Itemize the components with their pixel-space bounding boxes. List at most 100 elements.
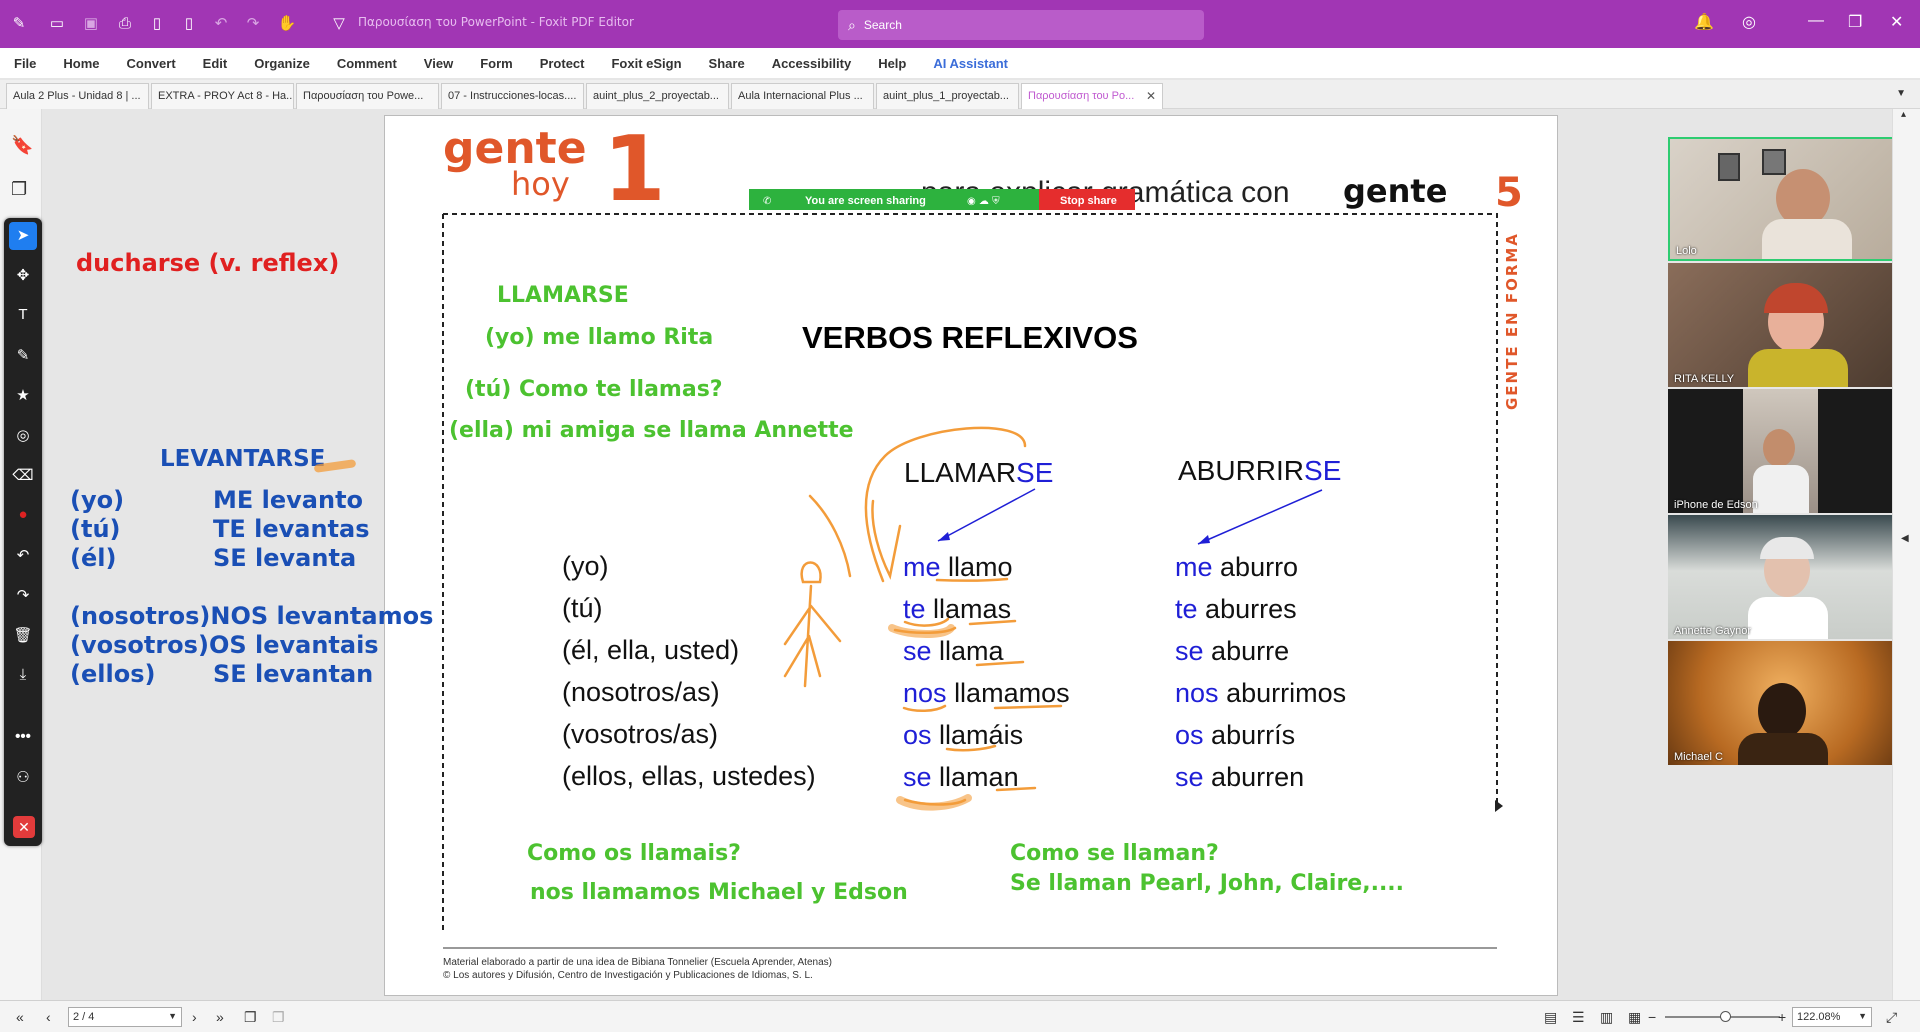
continuous-facing-icon[interactable]: ▦ — [1628, 1009, 1641, 1026]
notification-bell-icon[interactable]: 🔔 — [1694, 12, 1714, 32]
participant-icon[interactable]: ⚇ — [4, 768, 42, 786]
doc-tab[interactable]: Aula Internacional Plus ... — [731, 83, 874, 109]
close-annotation-icon[interactable]: ✕ — [13, 816, 35, 838]
create-icon[interactable]: ▯ — [178, 12, 200, 34]
close-window-icon[interactable]: ✕ — [1890, 12, 1903, 32]
trash-icon[interactable]: 🗑 — [4, 626, 42, 644]
redo-icon[interactable]: ↷ — [242, 12, 264, 34]
share-options-icon[interactable]: ◉ ☁ ⛨ — [967, 196, 1000, 207]
expand-panel-icon[interactable]: ◀ — [1901, 533, 1909, 544]
fit-page-icon[interactable]: ⤢ — [1886, 1009, 1897, 1026]
prev-page-icon[interactable]: ‹ — [46, 1009, 51, 1025]
zoom-slider[interactable] — [1665, 1011, 1780, 1022]
note-os-question: Como os llamais? — [527, 841, 741, 866]
save-icon[interactable]: ▣ — [80, 12, 102, 34]
picture-frame — [1762, 149, 1786, 175]
menu-accessibility[interactable]: Accessibility — [772, 56, 852, 71]
doc-tab[interactable]: EXTRA - PROY Act 8 - Ha... — [151, 83, 294, 109]
video-tile[interactable]: iPhone de Edson — [1668, 389, 1898, 513]
video-tile[interactable]: RITA KELLY — [1668, 263, 1898, 387]
new-document-icon[interactable]: ▯ — [146, 12, 168, 34]
text-tool-icon[interactable]: T — [4, 306, 42, 323]
menu-help[interactable]: Help — [878, 56, 906, 71]
menu-file[interactable]: File — [14, 56, 36, 71]
slide-number: 5 — [1495, 170, 1523, 216]
scroll-up-icon[interactable]: ▴ — [1901, 109, 1906, 120]
doc-tab[interactable]: Aula 2 Plus - Unidad 8 | ... — [6, 83, 149, 109]
menu-home[interactable]: Home — [63, 56, 99, 71]
next-page-icon[interactable]: › — [192, 1009, 197, 1025]
zoom-in-icon[interactable]: + — [1778, 1009, 1786, 1025]
single-page-view-icon[interactable]: ▤ — [1544, 1009, 1557, 1026]
menu-form[interactable]: Form — [480, 56, 513, 71]
menu-convert[interactable]: Convert — [127, 56, 176, 71]
menu-foxit-esign[interactable]: Foxit eSign — [611, 56, 681, 71]
select-arrow-icon[interactable]: ➤ — [4, 226, 42, 244]
minimize-icon[interactable]: — — [1808, 12, 1824, 30]
copy-page-icon[interactable]: ❐ — [244, 1009, 257, 1026]
pronoun: (yo) — [562, 551, 609, 581]
restore-icon[interactable]: ❐ — [1848, 12, 1862, 32]
footer-line-1: Material elaborado a partir de una idea … — [443, 957, 832, 968]
page-number-field[interactable]: 2 / 4 ▼ — [68, 1007, 182, 1027]
last-page-icon[interactable]: » — [216, 1009, 224, 1025]
menu-share[interactable]: Share — [709, 56, 745, 71]
video-tile[interactable]: Michael C — [1668, 641, 1898, 765]
chevron-down-icon[interactable]: ▼ — [168, 1011, 177, 1021]
download-icon[interactable]: ⤓ — [4, 666, 42, 683]
col2-header: ABURRIRSE — [1178, 455, 1341, 486]
hand-tool-icon[interactable]: ✋ — [276, 12, 298, 34]
menu-protect[interactable]: Protect — [540, 56, 585, 71]
customize-toolbar-icon[interactable]: ▽ — [328, 12, 350, 34]
stamp-star-icon[interactable]: ★ — [4, 386, 42, 404]
pronoun: (vosotros/as) — [562, 719, 718, 749]
color-dot-icon[interactable]: ● — [4, 506, 42, 523]
conj-aburrirse: nos aburrimos — [1175, 678, 1346, 708]
doc-tab[interactable]: auint_plus_1_proyectab... — [876, 83, 1019, 109]
orange-highlight — [888, 624, 955, 638]
close-tab-icon[interactable]: ✕ — [1146, 89, 1156, 103]
share-status-text: You are screen sharing — [805, 195, 926, 207]
facing-view-icon[interactable]: ▥ — [1600, 1009, 1613, 1026]
open-folder-icon[interactable]: ▭ — [46, 12, 68, 34]
two-pages-icon[interactable]: ❐ — [272, 1009, 285, 1026]
more-icon[interactable]: ••• — [4, 728, 42, 745]
doc-tab[interactable]: Παρουσίαση του Powe... — [296, 83, 439, 109]
participant-name: iPhone de Edson — [1674, 499, 1758, 511]
menu-ai-assistant[interactable]: AI Assistant — [933, 56, 1008, 71]
doc-tab[interactable]: auint_plus_2_proyectab... — [586, 83, 729, 109]
undo-icon[interactable]: ↶ — [210, 12, 232, 34]
menu-organize[interactable]: Organize — [254, 56, 310, 71]
pages-icon[interactable]: ❐ — [11, 179, 27, 200]
slide-subtitle-brand: gente — [1343, 172, 1447, 210]
person-hair — [1760, 537, 1814, 559]
video-tile[interactable]: Annette Gaynor — [1668, 515, 1898, 639]
video-tile[interactable]: Lolo — [1668, 137, 1898, 261]
note-nos-answer: nos llamamos Michael y Edson — [530, 880, 908, 905]
menu-edit[interactable]: Edit — [203, 56, 228, 71]
move-icon[interactable]: ✥ — [4, 266, 42, 284]
spotlight-icon[interactable]: ◎ — [4, 426, 42, 444]
bookmark-icon[interactable]: 🔖 — [11, 135, 33, 156]
zoom-level-field[interactable]: 122.08% ▼ — [1792, 1007, 1872, 1027]
first-page-icon[interactable]: « — [16, 1009, 24, 1025]
zoom-slider-knob[interactable] — [1720, 1011, 1731, 1022]
chevron-down-icon[interactable]: ▼ — [1858, 1011, 1867, 1021]
undo-icon[interactable]: ↶ — [4, 546, 42, 564]
pen-icon[interactable]: ✎ — [4, 346, 42, 364]
pdf-page: gente hoy 1 para explicar gramática con … — [384, 115, 1558, 996]
print-icon[interactable]: ⎙ — [114, 12, 136, 34]
foxit-logo-icon[interactable]: ✎ — [8, 12, 30, 34]
menu-comment[interactable]: Comment — [337, 56, 397, 71]
doc-tab[interactable]: 07 - Instrucciones-locas.... — [441, 83, 584, 109]
note-llamarse: LLAMARSE — [497, 283, 629, 308]
zoom-out-icon[interactable]: − — [1648, 1009, 1656, 1025]
eraser-icon[interactable]: ⌫ — [4, 466, 42, 484]
redo-icon[interactable]: ↷ — [4, 586, 42, 604]
tab-list-chevron-icon[interactable]: ▼ — [1896, 88, 1906, 99]
account-icon[interactable]: ◎ — [1742, 12, 1756, 32]
menu-view[interactable]: View — [424, 56, 453, 71]
continuous-view-icon[interactable]: ☰ — [1572, 1009, 1585, 1026]
doc-tab-active[interactable]: Παρουσίαση του Po... ✕ — [1021, 83, 1163, 109]
search-box[interactable]: ⌕ Search — [838, 10, 1204, 40]
